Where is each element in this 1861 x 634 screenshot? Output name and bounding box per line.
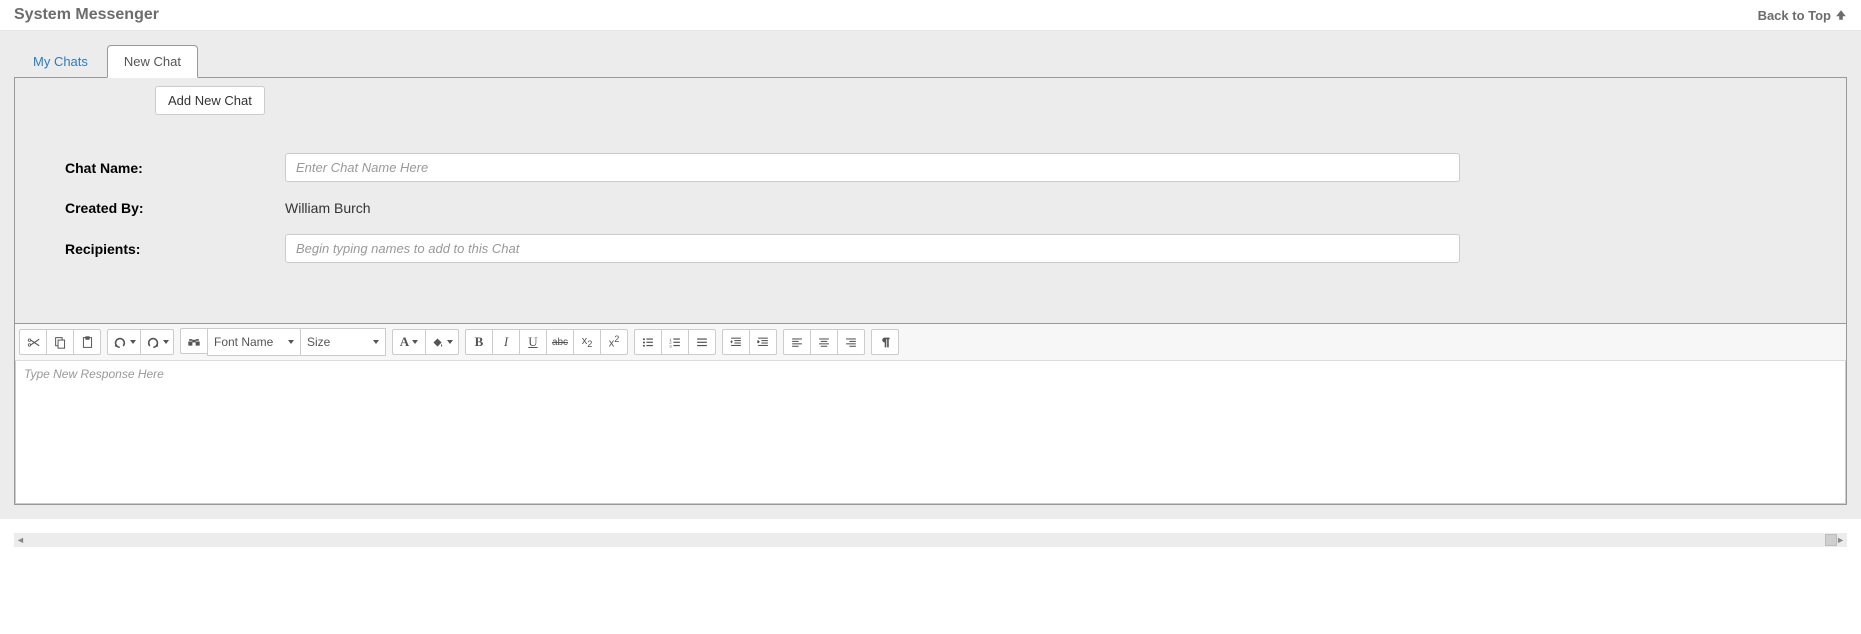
history-group	[107, 329, 174, 355]
chevron-down-icon	[412, 340, 418, 344]
horizontal-scrollbar[interactable]: ◄ ►	[14, 533, 1847, 547]
align-group	[783, 329, 865, 355]
bullet-list-button[interactable]	[634, 329, 662, 355]
chevron-down-icon	[288, 340, 294, 344]
cut-button[interactable]	[19, 329, 47, 355]
created-by-value: William Burch	[285, 200, 1816, 216]
color-group: A	[392, 329, 459, 355]
chat-name-label: Chat Name:	[65, 160, 285, 176]
strike-label: abc	[552, 337, 568, 348]
cut-icon	[27, 336, 40, 349]
align-right-icon	[844, 336, 858, 349]
page-title: System Messenger	[14, 6, 159, 24]
chevron-down-icon	[130, 340, 136, 344]
new-chat-form: Chat Name: Created By: William Burch Rec…	[15, 123, 1846, 323]
chevron-down-icon	[163, 340, 169, 344]
chevron-down-icon	[447, 340, 453, 344]
numbered-list-button[interactable]: 123	[661, 329, 689, 355]
underline-button[interactable]: U	[519, 329, 547, 355]
misc-group	[871, 329, 899, 355]
created-by-row: Created By: William Burch	[65, 200, 1816, 216]
svg-text:3: 3	[669, 343, 672, 348]
outdent-icon	[729, 336, 743, 349]
chat-name-row: Chat Name:	[65, 153, 1816, 182]
tab-new-chat[interactable]: New Chat	[107, 45, 198, 78]
line-spacing-icon	[695, 336, 709, 349]
copy-icon	[54, 336, 67, 349]
scroll-thumb[interactable]	[1825, 534, 1837, 546]
chat-name-input[interactable]	[285, 153, 1460, 182]
align-left-icon	[790, 336, 804, 349]
superscript-button[interactable]: x2	[600, 329, 628, 355]
font-group: Font Name Size	[180, 328, 386, 356]
outdent-button[interactable]	[722, 329, 750, 355]
editor-toolbar: Font Name Size A	[15, 324, 1846, 361]
subscript-button[interactable]: x2	[573, 329, 601, 355]
scroll-track[interactable]	[24, 534, 1837, 546]
scroll-right-arrow-icon[interactable]: ►	[1836, 535, 1845, 545]
italic-button[interactable]: I	[492, 329, 520, 355]
paragraph-button[interactable]	[871, 329, 899, 355]
copy-button[interactable]	[46, 329, 74, 355]
back-to-top-link[interactable]: Back to Top	[1758, 8, 1847, 23]
paste-button[interactable]	[73, 329, 101, 355]
add-new-chat-button[interactable]: Add New Chat	[155, 86, 265, 115]
find-button[interactable]	[180, 328, 208, 354]
created-by-label: Created By:	[65, 200, 285, 216]
recipients-row: Recipients:	[65, 234, 1816, 263]
align-center-button[interactable]	[810, 329, 838, 355]
back-to-top-label: Back to Top	[1758, 8, 1831, 23]
indent-icon	[756, 336, 770, 349]
font-name-label: Font Name	[214, 335, 273, 349]
tab-bar: My Chats New Chat	[14, 31, 1847, 78]
subscript-label: x2	[582, 335, 593, 349]
numbered-list-icon: 123	[668, 336, 682, 349]
text-style-group: B I U abc x2 x2	[465, 329, 628, 355]
bold-button[interactable]: B	[465, 329, 493, 355]
editor-textarea[interactable]: Type New Response Here	[15, 361, 1846, 504]
undo-button[interactable]	[107, 329, 141, 355]
list-group: 123	[634, 329, 716, 355]
highlight-color-button[interactable]	[425, 329, 459, 355]
line-spacing-button[interactable]	[688, 329, 716, 355]
header-bar: System Messenger Back to Top	[0, 0, 1861, 31]
add-chat-bar: Add New Chat	[15, 78, 1846, 123]
binoculars-icon	[187, 335, 201, 348]
superscript-label: x2	[609, 334, 620, 350]
font-color-letter: A	[400, 334, 409, 350]
tab-my-chats[interactable]: My Chats	[16, 45, 105, 78]
new-chat-panel: Add New Chat Chat Name: Created By: Will…	[14, 77, 1847, 505]
redo-button[interactable]	[140, 329, 174, 355]
chevron-down-icon	[373, 340, 379, 344]
align-left-button[interactable]	[783, 329, 811, 355]
align-center-icon	[817, 336, 831, 349]
font-color-button[interactable]: A	[392, 329, 426, 355]
rich-text-editor: Font Name Size A	[15, 323, 1846, 504]
indent-button[interactable]	[749, 329, 777, 355]
clipboard-group	[19, 329, 101, 355]
font-size-label: Size	[307, 335, 330, 349]
bullet-list-icon	[641, 336, 655, 349]
indent-group	[722, 329, 777, 355]
recipients-input[interactable]	[285, 234, 1460, 263]
arrow-up-icon	[1835, 9, 1847, 21]
font-size-select[interactable]: Size	[300, 328, 386, 356]
paste-icon	[81, 336, 94, 349]
main-area: My Chats New Chat Add New Chat Chat Name…	[0, 31, 1861, 519]
pilcrow-icon	[879, 336, 892, 349]
paint-bucket-icon	[431, 336, 444, 349]
strikethrough-button[interactable]: abc	[546, 329, 574, 355]
redo-icon	[146, 335, 160, 349]
align-right-button[interactable]	[837, 329, 865, 355]
undo-icon	[113, 335, 127, 349]
font-name-select[interactable]: Font Name	[207, 328, 301, 356]
recipients-label: Recipients:	[65, 241, 285, 257]
